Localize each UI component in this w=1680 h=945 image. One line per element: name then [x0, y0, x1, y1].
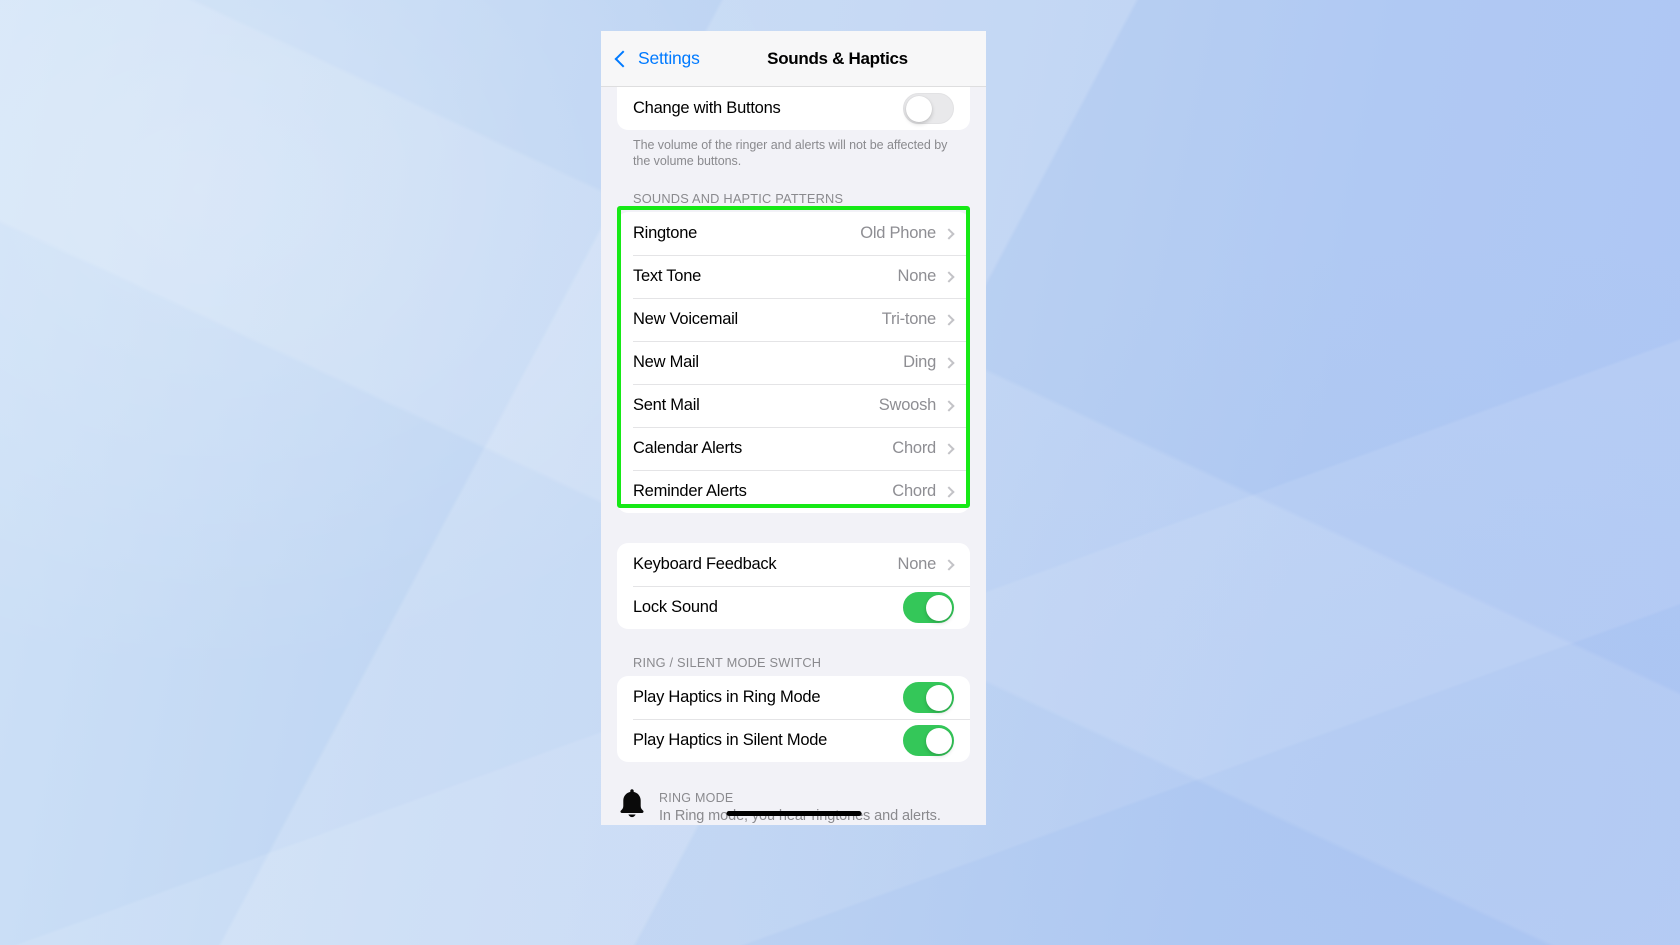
chevron-right-icon — [943, 270, 955, 283]
row-label: New Voicemail — [633, 310, 738, 328]
volume-buttons-caption: The volume of the ringer and alerts will… — [633, 138, 948, 168]
row-calendar-alerts[interactable]: Calendar Alerts Chord — [617, 427, 970, 470]
chevron-right-icon — [943, 313, 955, 326]
ring-silent-card: Play Haptics in Ring Mode Play Haptics i… — [617, 676, 970, 762]
row-label: Change with Buttons — [633, 99, 781, 117]
play-haptics-ring-mode-toggle[interactable] — [903, 682, 954, 713]
row-value: Swoosh — [878, 396, 936, 414]
bell-icon — [619, 788, 645, 818]
volume-buttons-card: Change with Buttons — [617, 87, 970, 130]
row-label: Keyboard Feedback — [633, 555, 777, 573]
row-value: Chord — [892, 482, 936, 500]
ring-silent-section-header: RING / SILENT MODE SWITCH — [633, 655, 822, 670]
row-value: Old Phone — [860, 224, 936, 242]
chevron-right-icon — [943, 356, 955, 369]
sounds-haptic-patterns-card: Ringtone Old Phone Text Tone None New Vo… — [617, 212, 970, 513]
toggle-knob — [925, 684, 952, 711]
back-button-label: Settings — [638, 48, 700, 68]
settings-scroll-area[interactable]: Change with Buttons The volume of the ri… — [601, 87, 986, 825]
row-label: Lock Sound — [633, 598, 718, 616]
back-button[interactable]: Settings — [614, 48, 700, 69]
row-ringtone[interactable]: Ringtone Old Phone — [617, 212, 970, 255]
row-label: New Mail — [633, 353, 699, 371]
iphone-settings-screen: Settings Sounds & Haptics Change with Bu… — [601, 31, 986, 825]
row-label: Text Tone — [633, 267, 702, 285]
row-value: None — [897, 267, 937, 285]
ring-mode-banner: RING MODE In Ring mode, you hear rington… — [601, 776, 986, 825]
navigation-bar: Settings Sounds & Haptics — [601, 31, 986, 87]
row-text-tone[interactable]: Text Tone None — [617, 255, 970, 298]
row-value: Chord — [892, 439, 936, 457]
feedback-card: Keyboard Feedback None Lock Sound — [617, 543, 970, 629]
change-with-buttons-toggle[interactable] — [903, 93, 954, 124]
chevron-left-icon — [614, 50, 632, 67]
toggle-knob — [905, 95, 932, 122]
row-reminder-alerts[interactable]: Reminder Alerts Chord — [617, 470, 970, 513]
row-label: Sent Mail — [633, 396, 700, 414]
sounds-section-header: SOUNDS AND HAPTIC PATTERNS — [633, 191, 844, 206]
row-sent-mail[interactable]: Sent Mail Swoosh — [617, 384, 970, 427]
play-haptics-silent-mode-toggle[interactable] — [903, 725, 954, 756]
lock-sound-toggle[interactable] — [903, 592, 954, 623]
row-value: Ding — [903, 353, 936, 371]
row-label: Ringtone — [633, 224, 698, 242]
toggle-knob — [925, 594, 952, 621]
row-new-voicemail[interactable]: New Voicemail Tri-tone — [617, 298, 970, 341]
home-indicator — [726, 811, 861, 816]
chevron-right-icon — [943, 558, 955, 571]
row-change-with-buttons[interactable]: Change with Buttons — [617, 87, 970, 130]
toggle-knob — [925, 727, 952, 754]
row-value: None — [897, 555, 937, 573]
row-label: Reminder Alerts — [633, 482, 747, 500]
chevron-right-icon — [943, 399, 955, 412]
row-play-haptics-ring-mode[interactable]: Play Haptics in Ring Mode — [617, 676, 970, 719]
row-label: Play Haptics in Silent Mode — [633, 731, 828, 749]
row-keyboard-feedback[interactable]: Keyboard Feedback None — [617, 543, 970, 586]
row-play-haptics-silent-mode[interactable]: Play Haptics in Silent Mode — [617, 719, 970, 762]
row-new-mail[interactable]: New Mail Ding — [617, 341, 970, 384]
row-value: Tri-tone — [881, 310, 937, 328]
chevron-right-icon — [943, 485, 955, 498]
row-label: Play Haptics in Ring Mode — [633, 688, 821, 706]
chevron-right-icon — [943, 442, 955, 455]
ring-mode-title: RING MODE — [659, 791, 734, 805]
chevron-right-icon — [943, 227, 955, 240]
row-lock-sound[interactable]: Lock Sound — [617, 586, 970, 629]
row-label: Calendar Alerts — [633, 439, 743, 457]
